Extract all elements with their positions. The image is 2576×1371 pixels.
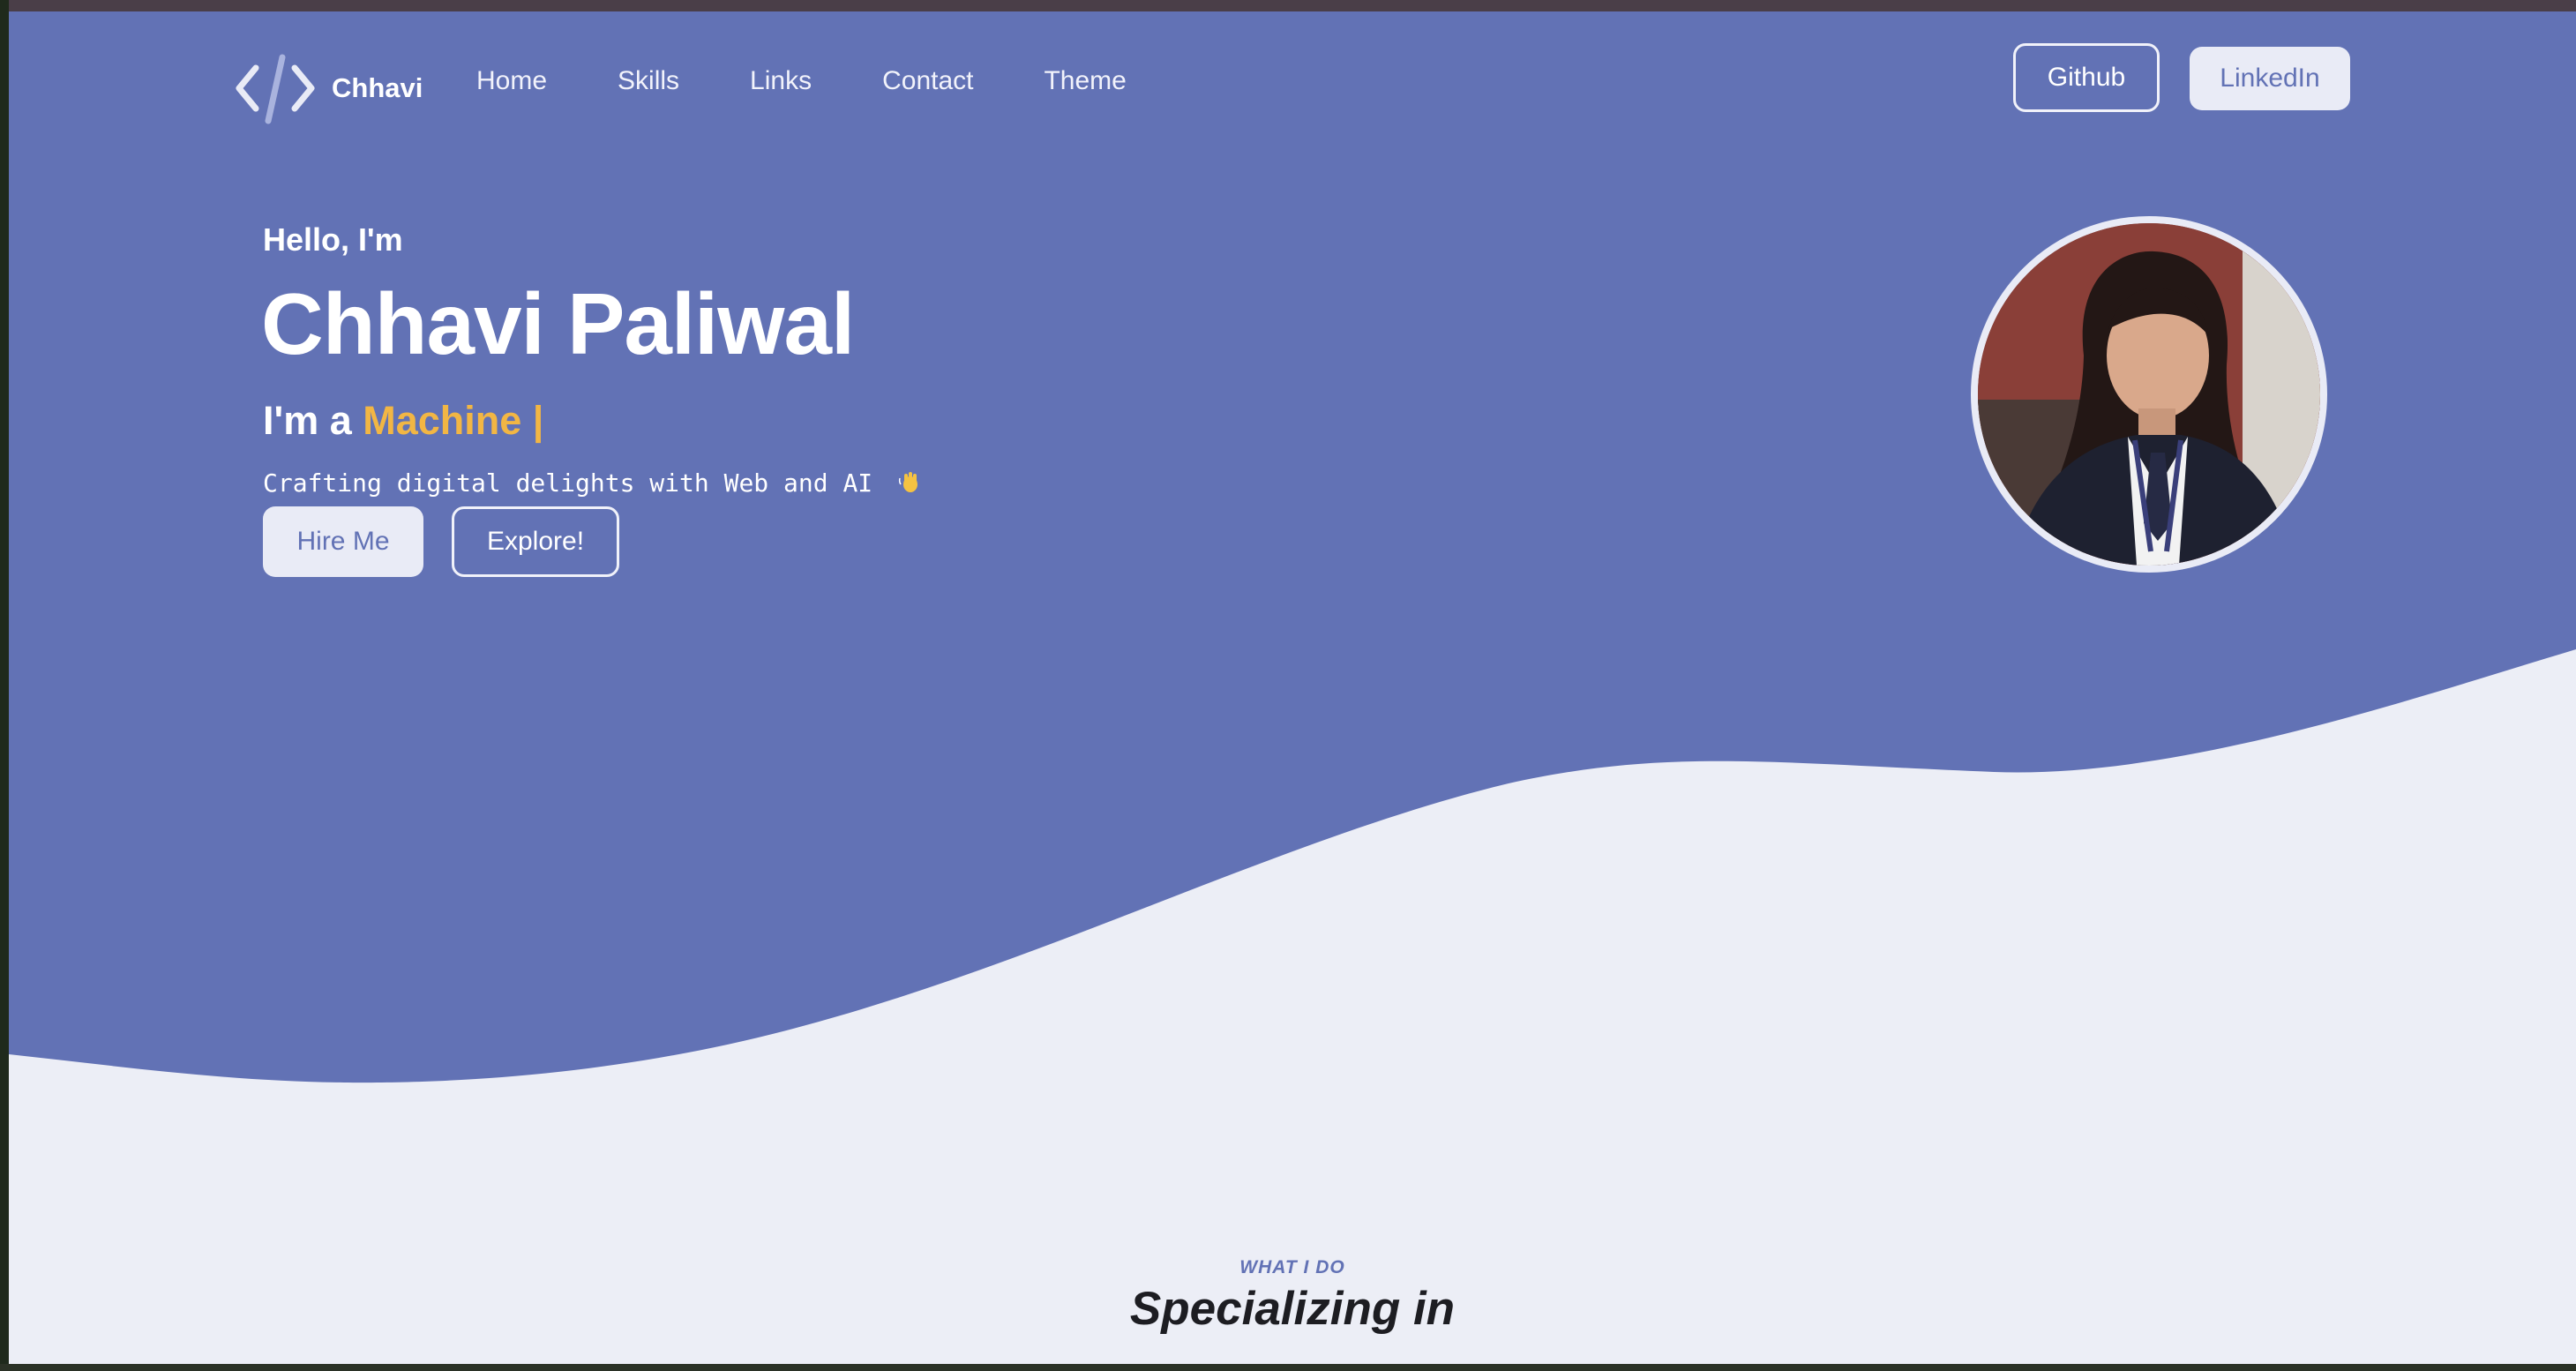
- github-button[interactable]: Github: [2013, 43, 2160, 112]
- window-top-bar: [0, 0, 2576, 11]
- explore-button[interactable]: Explore!: [452, 506, 619, 577]
- profile-photo-illustration: [1978, 223, 2320, 566]
- window-bottom-edge: [0, 1364, 2576, 1371]
- nav-home-link[interactable]: Home: [476, 66, 547, 96]
- nav-links: Home Skills Links Contact Theme: [476, 66, 1197, 96]
- code-brackets-icon: [236, 54, 315, 124]
- hire-me-button[interactable]: Hire Me: [263, 506, 423, 577]
- hero-greeting: Hello, I'm: [263, 221, 403, 258]
- role-typed-word: Machine |: [363, 398, 544, 443]
- profile-photo: [1971, 216, 2327, 573]
- window-left-edge: [0, 0, 9, 1371]
- nav-links-link[interactable]: Links: [750, 66, 812, 96]
- linkedin-button[interactable]: LinkedIn: [2190, 47, 2350, 110]
- nav-skills-link[interactable]: Skills: [618, 66, 679, 96]
- hero-section: Chhavi Home Skills Links Contact Theme G…: [9, 11, 2576, 1364]
- tagline-text: Crafting digital delights with Web and A…: [263, 468, 873, 498]
- portfolio-page: Chhavi Home Skills Links Contact Theme G…: [9, 11, 2576, 1364]
- nav-theme-link[interactable]: Theme: [1044, 66, 1126, 96]
- hero-name: Chhavi Paliwal: [261, 275, 855, 372]
- brand-name: Chhavi: [332, 72, 423, 103]
- hero-wave-background: [9, 11, 2576, 1083]
- section-kicker: WHAT I DO: [1239, 1257, 1345, 1277]
- brand-logo[interactable]: Chhavi: [231, 49, 423, 128]
- section-title: Specializing in: [1129, 1283, 1456, 1335]
- waving-hand-icon: [898, 472, 918, 492]
- navbar: Chhavi Home Skills Links Contact Theme G…: [9, 11, 2576, 144]
- hero-role: I'm a Machine |: [263, 398, 543, 444]
- hero-tagline: Crafting digital delights with Web and A…: [263, 468, 923, 498]
- nav-contact-link[interactable]: Contact: [882, 66, 973, 96]
- role-prefix: I'm a: [263, 398, 352, 443]
